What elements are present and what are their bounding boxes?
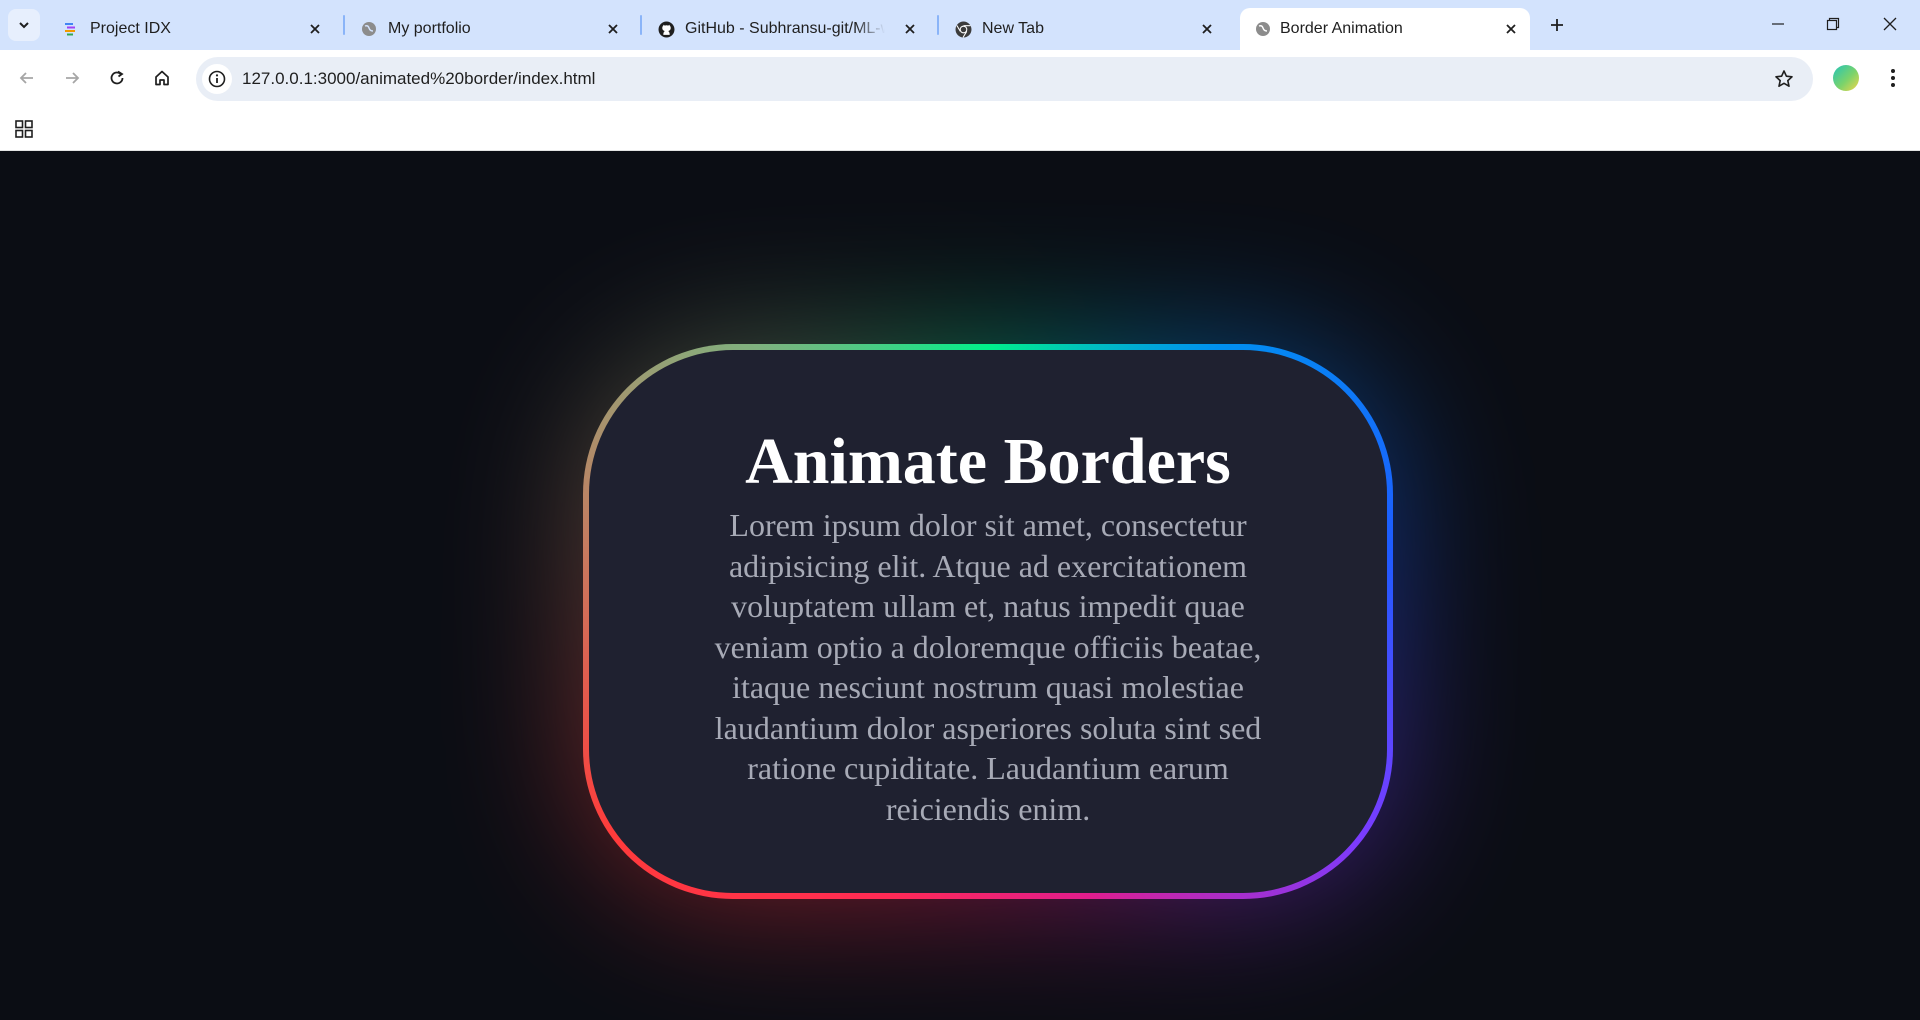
tab-strip: Project IDX My portfolio GitHub - Subhra… [0,0,1920,50]
arrow-left-icon [19,72,33,84]
animated-border-card: Animate Borders Lorem ipsum dolor sit am… [583,344,1393,899]
home-icon [155,70,169,86]
tab-title: Project IDX [90,20,171,37]
tab-title: GitHub - Subhransu-git/ML-with [685,20,885,37]
close-window-button[interactable] [1872,8,1908,40]
tab-title: New Tab [982,20,1044,37]
page-viewport: Animate Borders Lorem ipsum dolor sit am… [0,151,1920,1020]
tab-separator [937,15,939,35]
plus-icon [1551,19,1563,31]
card-title: Animate Borders [745,425,1231,498]
site-info-icon[interactable] [202,64,232,94]
home-button[interactable] [146,62,178,94]
close-icon[interactable] [1502,20,1520,38]
tab-my-portfolio[interactable]: My portfolio [346,8,632,50]
restore-icon [1826,17,1840,31]
arrow-right-icon [66,72,80,84]
card-body-text: Lorem ipsum dolor sit amet, consectetur … [714,507,1262,827]
tab-title: Border Animation [1280,20,1403,37]
browser-toolbar: 127.0.0.1:3000/animated%20border/index.h… [0,50,1920,108]
globe-icon [1254,20,1272,38]
reload-icon [110,70,124,85]
browser-menu-button[interactable] [1878,62,1908,94]
close-icon[interactable] [306,20,324,38]
chevron-down-icon [19,22,29,29]
close-icon[interactable] [1198,20,1216,38]
address-bar[interactable]: 127.0.0.1:3000/animated%20border/index.h… [196,57,1813,101]
tab-github[interactable]: GitHub - Subhransu-git/ML-with [643,8,929,50]
more-vert-icon [1891,69,1895,87]
bookmarks-bar [0,108,1920,151]
url-text[interactable]: 127.0.0.1:3000/animated%20border/index.h… [242,57,595,101]
minimize-icon [1772,23,1784,25]
tab-separator [343,15,345,35]
tab-separator [640,15,642,35]
bookmark-star-icon[interactable] [1773,68,1795,90]
tab-project-idx[interactable]: Project IDX [48,8,334,50]
back-button[interactable] [11,62,43,94]
globe-icon [360,20,378,38]
project-idx-icon [62,20,80,38]
github-icon [657,20,675,38]
tab-title: My portfolio [388,20,471,37]
close-icon [1883,17,1897,31]
close-icon[interactable] [604,20,622,38]
new-tab-button[interactable] [1543,11,1571,39]
profile-avatar[interactable] [1833,65,1859,91]
card-content: Animate Borders Lorem ipsum dolor sit am… [589,350,1387,893]
forward-button[interactable] [56,62,88,94]
reload-button[interactable] [101,62,133,94]
tab-search-button[interactable] [8,9,40,41]
tab-new-tab[interactable]: New Tab [940,8,1226,50]
close-icon[interactable] [901,20,919,38]
chrome-icon [954,20,972,38]
apps-grid-icon[interactable] [13,118,35,140]
tab-border-animation[interactable]: Border Animation [1240,8,1530,50]
restore-button[interactable] [1815,8,1851,40]
minimize-button[interactable] [1760,8,1796,40]
